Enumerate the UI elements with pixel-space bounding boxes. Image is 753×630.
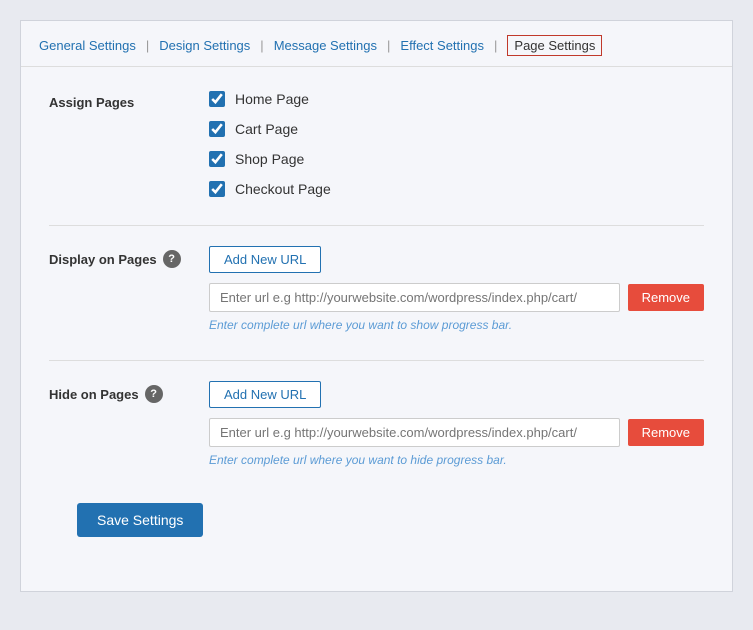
nav-tabs: General Settings | Design Settings | Mes…: [21, 21, 732, 67]
checkbox-cart[interactable]: [209, 121, 225, 137]
tab-effect[interactable]: Effect Settings: [400, 38, 484, 53]
hide-help-icon[interactable]: ?: [145, 385, 163, 403]
checkbox-checkout-label: Checkout Page: [235, 181, 331, 197]
separator-3: |: [387, 38, 390, 53]
checkbox-checkout-item: Checkout Page: [209, 181, 704, 197]
hide-on-pages-field: Add New URL Remove Enter complete url wh…: [209, 381, 704, 467]
hide-url-row: Remove: [209, 418, 704, 447]
tab-page[interactable]: Page Settings: [507, 35, 602, 56]
separator-1: |: [146, 38, 149, 53]
hide-url-input[interactable]: [209, 418, 620, 447]
checkbox-shop-item: Shop Page: [209, 151, 704, 167]
checkbox-checkout[interactable]: [209, 181, 225, 197]
page-container: General Settings | Design Settings | Mes…: [20, 20, 733, 592]
hide-hint-text: Enter complete url where you want to hid…: [209, 453, 704, 467]
display-on-pages-row: Display on Pages ? Add New URL Remove En…: [49, 246, 704, 332]
assign-pages-row: Assign Pages Home Page Cart Page Shop Pa…: [49, 91, 704, 197]
assign-pages-label: Assign Pages: [49, 91, 209, 110]
divider-2: [49, 360, 704, 361]
display-on-pages-label: Display on Pages: [49, 252, 157, 267]
display-on-pages-label-group: Display on Pages ?: [49, 246, 209, 268]
save-settings-button[interactable]: Save Settings: [77, 503, 203, 537]
checkbox-cart-label: Cart Page: [235, 121, 298, 137]
display-on-pages-field: Add New URL Remove Enter complete url wh…: [209, 246, 704, 332]
display-hint-text: Enter complete url where you want to sho…: [209, 318, 704, 332]
hide-on-pages-label: Hide on Pages: [49, 387, 139, 402]
checkbox-shop[interactable]: [209, 151, 225, 167]
display-remove-button[interactable]: Remove: [628, 284, 704, 311]
display-add-url-button[interactable]: Add New URL: [209, 246, 321, 273]
hide-remove-button[interactable]: Remove: [628, 419, 704, 446]
checkbox-group: Home Page Cart Page Shop Page Checkout P…: [209, 91, 704, 197]
tab-general[interactable]: General Settings: [39, 38, 136, 53]
checkbox-cart-item: Cart Page: [209, 121, 704, 137]
display-url-row: Remove: [209, 283, 704, 312]
checkbox-home[interactable]: [209, 91, 225, 107]
checkbox-home-label: Home Page: [235, 91, 309, 107]
checkbox-shop-label: Shop Page: [235, 151, 304, 167]
display-help-icon[interactable]: ?: [163, 250, 181, 268]
tab-design[interactable]: Design Settings: [159, 38, 250, 53]
assign-pages-field: Home Page Cart Page Shop Page Checkout P…: [209, 91, 704, 197]
hide-add-url-button[interactable]: Add New URL: [209, 381, 321, 408]
divider-1: [49, 225, 704, 226]
hide-on-pages-label-group: Hide on Pages ?: [49, 381, 209, 403]
separator-4: |: [494, 38, 497, 53]
tab-message[interactable]: Message Settings: [274, 38, 377, 53]
hide-on-pages-row: Hide on Pages ? Add New URL Remove Enter…: [49, 381, 704, 467]
display-url-input[interactable]: [209, 283, 620, 312]
main-content: Assign Pages Home Page Cart Page Shop Pa…: [21, 67, 732, 561]
checkbox-home-item: Home Page: [209, 91, 704, 107]
separator-2: |: [260, 38, 263, 53]
